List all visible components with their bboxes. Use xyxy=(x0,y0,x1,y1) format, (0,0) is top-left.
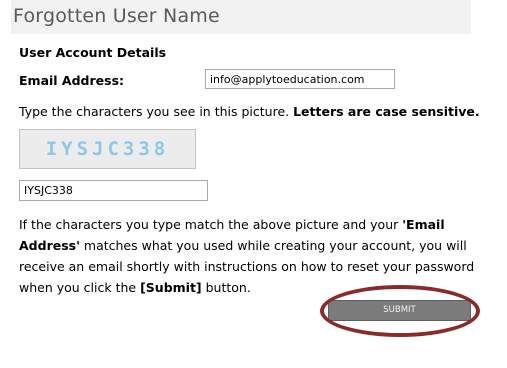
email-label: Email Address: xyxy=(19,73,125,88)
help-text: If the characters you type match the abo… xyxy=(19,214,475,298)
email-input[interactable] xyxy=(205,69,395,89)
help-line-1: If the characters you type match the abo… xyxy=(19,214,469,235)
help-line-1-bold: 'Email xyxy=(402,217,445,232)
help-line-4: when you click the [Submit] button. xyxy=(19,277,469,298)
help-line-4-suffix: button. xyxy=(201,280,251,295)
form-content: User Account Details Email Address: Type… xyxy=(11,34,480,322)
submit-button[interactable]: SUBMIT xyxy=(328,300,471,321)
section-title: User Account Details xyxy=(19,45,167,60)
captcha-image: IYSJC338 xyxy=(19,129,196,169)
captcha-instruction: Type the characters you see in this pict… xyxy=(19,104,480,119)
help-line-4-bold: [Submit] xyxy=(140,280,202,295)
help-line-2: Address' matches what you used while cre… xyxy=(19,235,469,256)
captcha-input[interactable] xyxy=(19,180,208,201)
help-line-2-text: matches what you used while creating you… xyxy=(79,238,467,253)
captcha-image-text: IYSJC338 xyxy=(45,138,170,160)
page: Forgotten User Name User Account Details… xyxy=(0,0,507,368)
page-title: Forgotten User Name xyxy=(13,5,220,27)
help-line-3: receive an email shortly with instructio… xyxy=(19,259,475,274)
help-line-4-text: when you click the xyxy=(19,280,141,295)
captcha-instruction-text: Type the characters you see in this pict… xyxy=(19,104,294,119)
case-sensitive-note: Letters are case sensitive. xyxy=(293,104,480,119)
help-line-1-text: If the characters you type match the abo… xyxy=(19,217,403,232)
help-line-2-bold: Address' xyxy=(19,238,80,253)
